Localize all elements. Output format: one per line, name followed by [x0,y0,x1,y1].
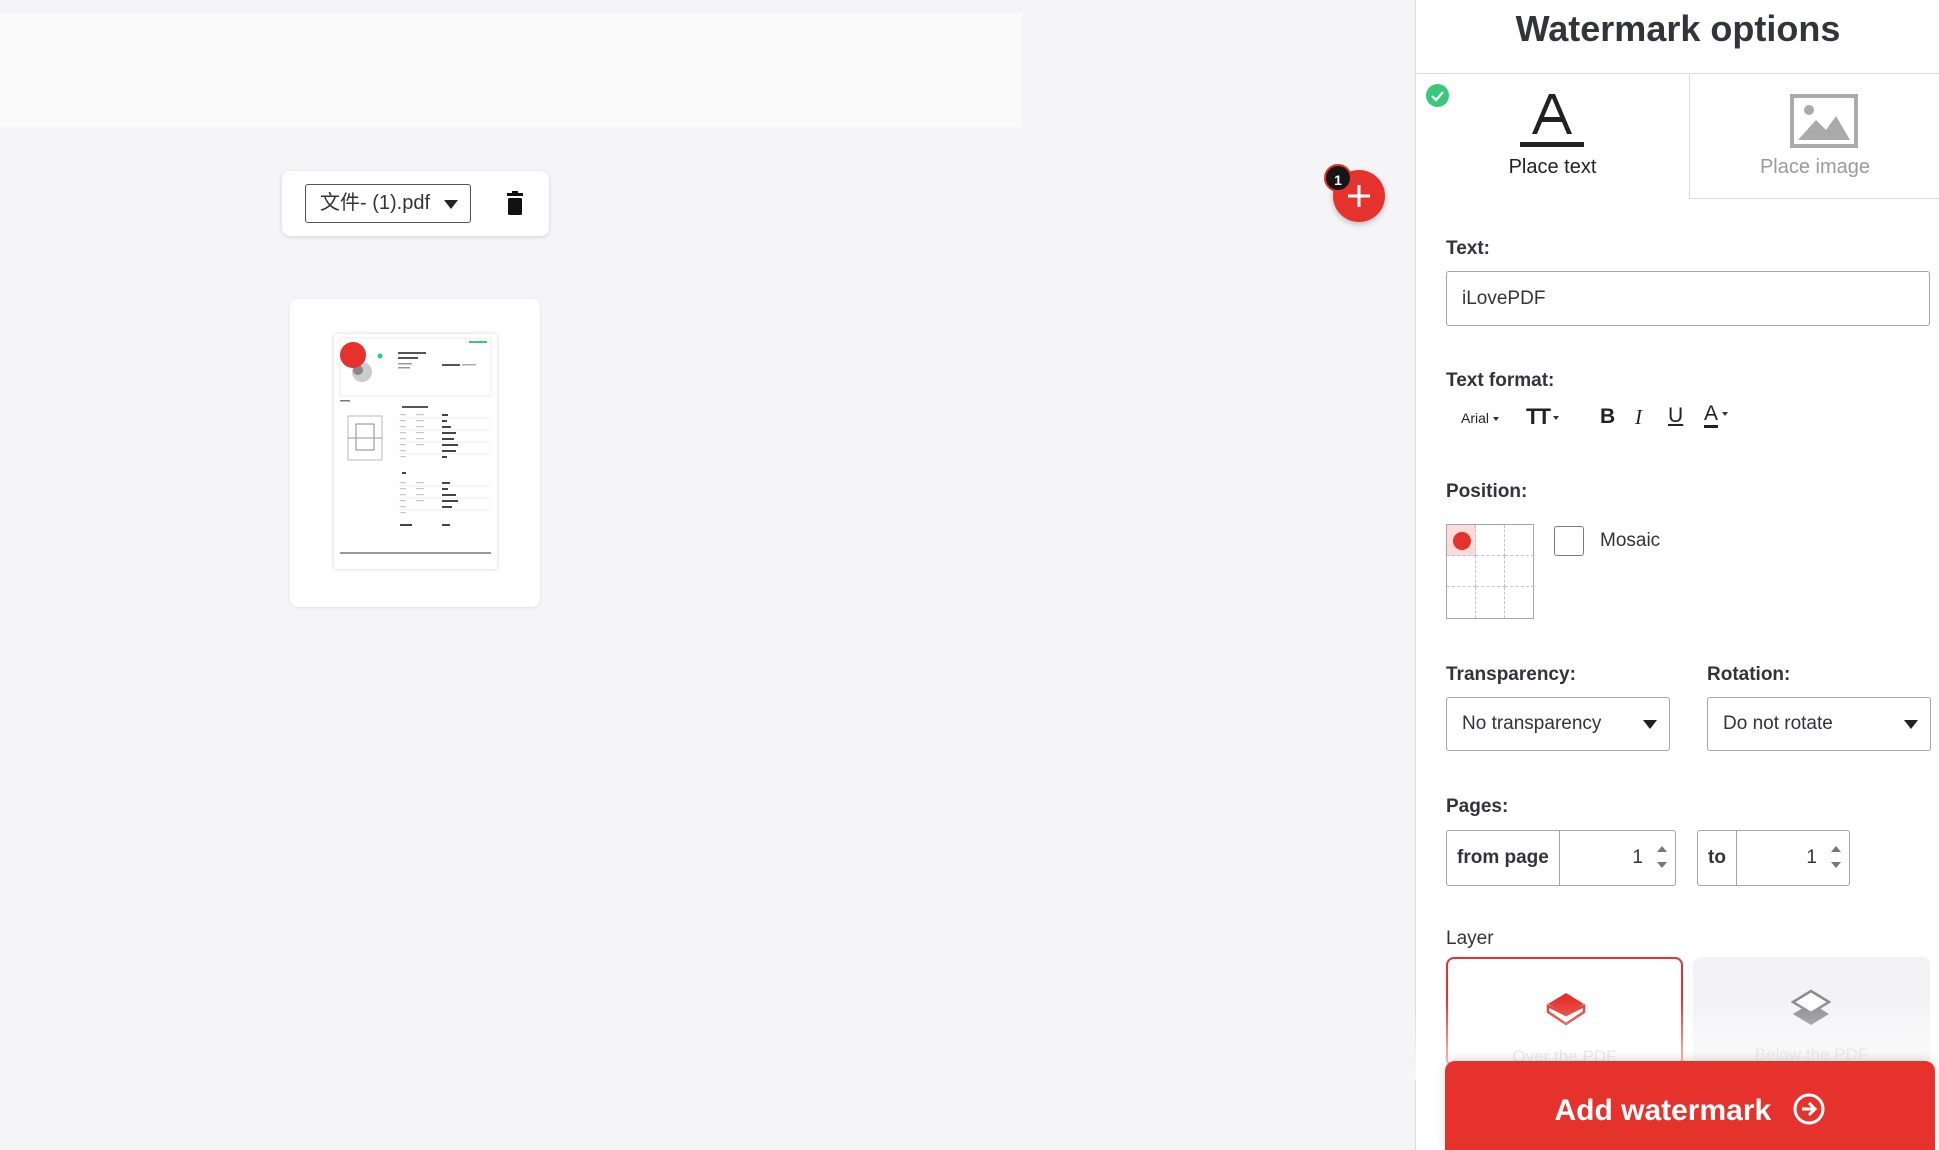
layer-below-pdf-option[interactable]: Below the PDF [1693,957,1930,1067]
layer-label: Layer [1446,928,1494,949]
font-size-dropdown[interactable]: TT [1526,404,1559,430]
rotation-value: Do not rotate [1723,713,1833,734]
arrow-right-circle-icon [1793,1093,1825,1125]
panel-title: Watermark options [1416,0,1939,74]
underline-button[interactable]: U [1668,404,1683,428]
tab-place-image-label: Place image [1759,156,1871,178]
pages-label: Pages: [1446,796,1509,817]
document-preview-image [339,337,492,554]
chevron-down-icon [1904,720,1918,729]
tab-place-text-label: Place text [1508,156,1597,178]
text-format-label: Text format: [1446,370,1555,391]
position-cell-top-left[interactable] [1447,525,1476,556]
tab-place-image[interactable]: Place image [1689,74,1939,199]
position-cell-top-center[interactable] [1476,525,1505,556]
font-color-icon: A [1704,403,1719,428]
transparency-select[interactable]: No transparency [1446,697,1670,751]
watermark-text-input[interactable] [1446,271,1930,326]
check-icon [1426,84,1449,107]
file-workspace: 文件- (1).pdf 1 [0,0,1415,1150]
transparency-label: Transparency: [1446,664,1576,685]
font-color-dropdown[interactable]: A [1704,402,1729,428]
pdf-page-card[interactable] [290,299,540,607]
layers-over-icon [1546,993,1586,1026]
file-select-value: 文件- (1).pdf [320,192,431,214]
trash-icon [507,191,523,215]
text-field-label: Text: [1446,238,1490,259]
chevron-down-icon [444,200,458,209]
watermark-position-marker [340,342,366,368]
to-page-label: to [1698,831,1737,885]
italic-icon: I [1635,405,1642,429]
tab-place-text[interactable]: Place text [1416,74,1689,199]
top-banner-area [0,13,1022,127]
text-letter-a-icon [1520,94,1584,147]
to-page-value: 1 [1806,847,1817,868]
italic-button[interactable]: I [1635,405,1642,430]
font-family-value: Arial [1461,410,1490,426]
from-page-stepper[interactable]: from page 1 [1446,830,1676,886]
position-cell-top-right[interactable] [1505,525,1534,556]
rotation-select[interactable]: Do not rotate [1707,697,1931,751]
layer-over-pdf-option[interactable]: Over the PDF [1446,957,1683,1067]
decrement-arrow-icon[interactable] [1831,862,1841,868]
mosaic-checkbox[interactable] [1554,526,1584,556]
bold-icon: B [1600,405,1616,428]
position-cell-middle-right[interactable] [1505,556,1534,587]
layers-below-icon [1791,989,1831,1025]
position-cell-middle-left[interactable] [1447,556,1476,587]
position-cell-bottom-right[interactable] [1505,587,1534,618]
rotation-label: Rotation: [1707,664,1791,685]
image-icon [1790,94,1858,148]
increment-arrow-icon[interactable] [1657,846,1667,852]
caret-down-icon [1493,417,1500,422]
from-page-label: from page [1447,831,1560,885]
file-count-badge: 1 [1324,164,1352,192]
increment-arrow-icon[interactable] [1831,846,1841,852]
position-cell-bottom-center[interactable] [1476,587,1505,618]
add-watermark-button[interactable]: Add watermark [1445,1061,1935,1150]
selected-position-dot [1453,532,1471,550]
underline-icon: U [1668,404,1684,427]
bold-button[interactable]: B [1600,405,1615,429]
caret-down-icon [1552,416,1559,421]
delete-file-button[interactable] [504,191,526,217]
position-cell-middle-center[interactable] [1476,556,1505,587]
pdf-page-thumbnail [334,334,497,569]
position-label: Position: [1446,481,1528,502]
file-select-dropdown[interactable]: 文件- (1).pdf [305,184,471,223]
transparency-value: No transparency [1462,713,1602,734]
caret-down-icon [1722,412,1729,417]
font-family-dropdown[interactable]: Arial [1461,410,1500,426]
chevron-down-icon [1643,720,1657,729]
to-page-stepper[interactable]: to 1 [1697,830,1850,886]
mosaic-label: Mosaic [1600,530,1661,551]
add-watermark-label: Add watermark [1554,1094,1772,1127]
watermark-options-panel: Watermark options Place text Place image… [1415,0,1939,1150]
file-toolbar: 文件- (1).pdf [282,171,549,236]
text-format-toolbar: Arial TT B I U A [1446,400,1746,436]
decrement-arrow-icon[interactable] [1657,862,1667,868]
position-grid [1446,524,1534,619]
font-size-icon: TT [1526,404,1551,429]
position-cell-bottom-left[interactable] [1447,587,1476,618]
from-page-value: 1 [1632,847,1643,868]
